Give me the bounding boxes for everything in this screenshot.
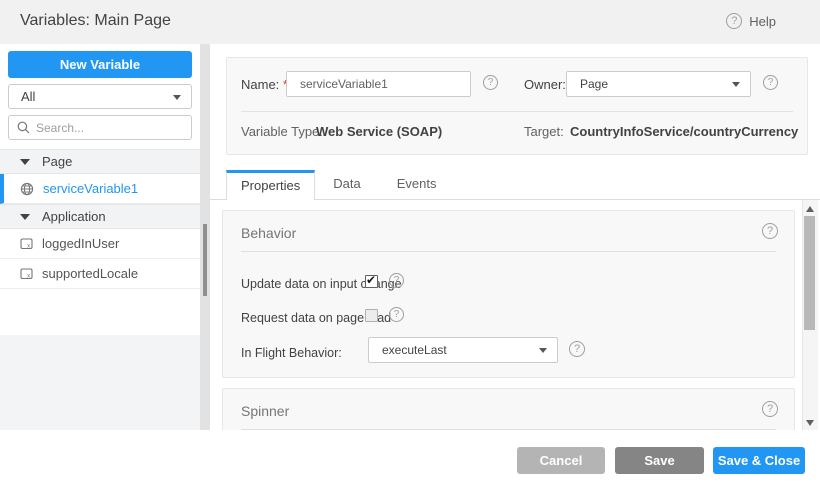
chevron-down-icon <box>732 82 740 87</box>
tab-properties[interactable]: Properties <box>226 170 315 200</box>
name-label: Name: * <box>241 77 288 92</box>
static-variable-icon: x <box>20 237 33 250</box>
variable-type-value: Web Service (SOAP) <box>316 124 442 139</box>
svg-text:x: x <box>27 273 30 279</box>
update-data-checkbox[interactable]: ✔ <box>365 275 378 288</box>
variable-type-label: Variable Type: <box>241 124 323 139</box>
search-input[interactable] <box>36 121 176 135</box>
owner-select[interactable]: Page <box>566 71 751 97</box>
variables-sidebar: New Variable All Page <box>0 44 200 430</box>
spinner-section-title: Spinner <box>241 403 289 419</box>
new-variable-button[interactable]: New Variable <box>8 51 192 78</box>
group-label: Application <box>42 209 106 224</box>
properties-tab-content: Behavior ? Update data on input change ✔… <box>210 200 820 431</box>
tab-bar: Properties Data Events <box>210 170 820 200</box>
checkmark-icon: ✔ <box>366 273 376 287</box>
variable-name-label: supportedLocale <box>42 266 138 281</box>
sidebar-empty-area <box>0 335 200 430</box>
name-help-icon[interactable]: ? <box>483 75 498 90</box>
tab-events[interactable]: Events <box>379 169 455 199</box>
owner-selected-value: Page <box>580 77 608 91</box>
group-label: Page <box>42 154 72 169</box>
collapse-arrow-icon[interactable] <box>20 214 30 220</box>
tree-group-application[interactable]: Application <box>0 204 200 229</box>
save-and-close-button[interactable]: Save & Close <box>713 447 805 474</box>
card-divider <box>241 111 793 112</box>
search-icon <box>17 121 30 134</box>
spinner-help-icon[interactable]: ? <box>762 401 778 417</box>
sidebar-scrollbar-thumb[interactable] <box>203 224 207 296</box>
save-button[interactable]: Save <box>615 447 704 474</box>
tree-group-page[interactable]: Page <box>0 149 200 174</box>
help-circle-icon: ? <box>726 13 742 29</box>
scroll-down-arrow-icon[interactable] <box>806 420 814 426</box>
help-label: Help <box>749 14 776 29</box>
dialog-header: Variables: Main Page ? Help <box>0 0 820 44</box>
tab-data[interactable]: Data <box>315 169 378 199</box>
in-flight-behavior-select[interactable]: executeLast <box>368 337 558 363</box>
target-label: Target: <box>524 124 564 139</box>
variables-dialog: Variables: Main Page ? Help New Variable… <box>0 0 820 487</box>
behavior-section: Behavior ? Update data on input change ✔… <box>222 210 795 378</box>
tree-item-servicevariable1[interactable]: serviceVariable1 <box>0 174 200 204</box>
spinner-section: Spinner ? <box>222 388 795 431</box>
update-data-help-icon[interactable]: ? <box>389 273 404 288</box>
help-button[interactable]: ? Help <box>726 13 776 29</box>
chevron-down-icon <box>173 95 181 100</box>
dialog-footer: Cancel Save Save & Close <box>0 430 820 487</box>
name-input[interactable] <box>286 71 471 97</box>
tree-item-loggedinuser[interactable]: x loggedInUser <box>0 229 200 259</box>
owner-help-icon[interactable]: ? <box>763 75 778 90</box>
page-title: Variables: Main Page <box>20 12 171 30</box>
target-value: CountryInfoService/countryCurrency <box>570 124 798 139</box>
collapse-arrow-icon[interactable] <box>20 159 30 165</box>
request-data-checkbox[interactable]: ✔ <box>365 309 378 322</box>
variable-name-label: loggedInUser <box>42 236 119 251</box>
filter-selected-value: All <box>21 89 35 104</box>
variable-name-label: serviceVariable1 <box>43 181 138 196</box>
variable-search[interactable] <box>8 115 192 140</box>
scroll-up-arrow-icon[interactable] <box>806 206 814 212</box>
chevron-down-icon <box>539 348 547 353</box>
in-flight-behavior-label: In Flight Behavior: <box>241 346 342 360</box>
cancel-button[interactable]: Cancel <box>517 447 605 474</box>
request-data-help-icon[interactable]: ? <box>389 307 404 322</box>
variable-summary-card: Name: * ? Owner: * Page ? Variable Type:… <box>226 57 808 155</box>
variable-filter-select[interactable]: All <box>8 84 192 109</box>
behavior-section-title: Behavior <box>241 225 296 241</box>
variable-tree: Page serviceVariable1 Application <box>0 149 200 289</box>
content-scrollbar-thumb[interactable] <box>804 216 815 330</box>
static-variable-icon: x <box>20 267 33 280</box>
svg-text:x: x <box>27 243 30 249</box>
behavior-help-icon[interactable]: ? <box>762 223 778 239</box>
web-service-variable-icon <box>20 182 34 196</box>
in-flight-selected-value: executeLast <box>382 343 447 357</box>
section-divider <box>241 251 776 252</box>
in-flight-help-icon[interactable]: ? <box>569 341 585 357</box>
tree-item-supportedlocale[interactable]: x supportedLocale <box>0 259 200 289</box>
